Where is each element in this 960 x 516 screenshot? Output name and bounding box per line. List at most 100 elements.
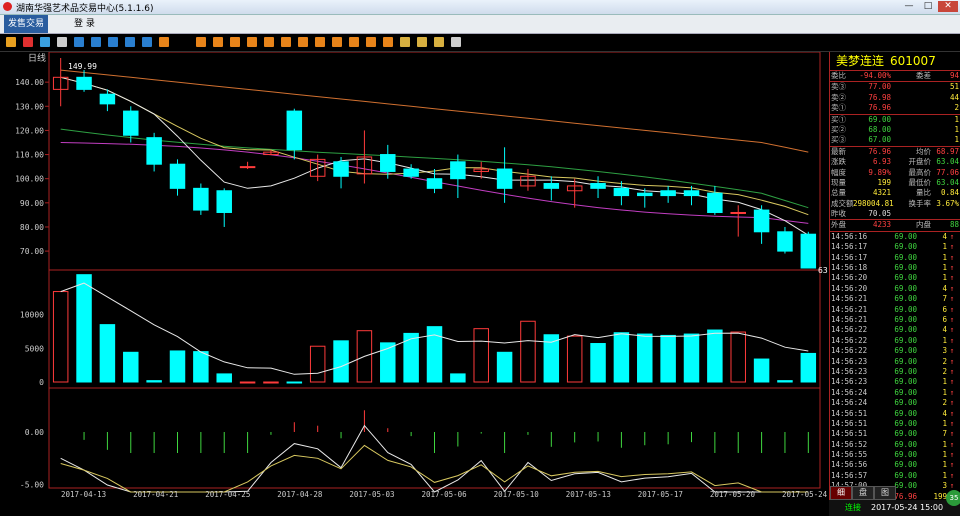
stat-value: 4233: [872, 220, 891, 230]
screen-icon[interactable]: [57, 37, 67, 47]
candle-body: [496, 168, 513, 189]
status-bar: 连接 2017-05-24 15:00: [829, 500, 960, 516]
tick-time: 14:56:23: [831, 356, 868, 366]
tick-dir: ↑: [949, 398, 955, 408]
box1-icon[interactable]: [108, 37, 118, 47]
toolbar: [0, 34, 960, 52]
ma-long-line: [60, 69, 809, 153]
candle-body: [239, 166, 256, 169]
stat-row: 成交额 298004.81 换手率 3.67%: [830, 199, 960, 209]
tick-price: 69.00: [894, 273, 917, 283]
box4-icon[interactable]: [159, 37, 169, 47]
stat-row: 最新 76.96 均价 68.97: [830, 145, 960, 157]
bar-chart-icon[interactable]: [6, 37, 16, 47]
line-chart-icon[interactable]: [23, 37, 33, 47]
price-tick: 130.00: [15, 102, 44, 111]
tick-dir: ↑: [949, 356, 955, 366]
candle-icon[interactable]: [40, 37, 50, 47]
settings-icon[interactable]: [451, 37, 461, 47]
candle-body: [730, 211, 746, 214]
tick-qty: 4: [942, 231, 947, 241]
tick-price: 69.00: [894, 263, 917, 273]
tick-price: 69.00: [894, 377, 917, 387]
o9-icon[interactable]: [332, 37, 342, 47]
candle-body: [683, 190, 700, 197]
o4-icon[interactable]: [247, 37, 257, 47]
o10-icon[interactable]: [349, 37, 359, 47]
tick-time: 14:56:56: [831, 460, 868, 470]
macd-tick: -5.00: [20, 481, 44, 490]
sell-qty: 51: [949, 82, 959, 92]
volume-bar: [216, 373, 232, 383]
tick-row: 14:56:51 69.00 1 ↑: [830, 419, 960, 429]
tab-login[interactable]: 登 录: [70, 15, 99, 33]
edit-icon[interactable]: [434, 37, 444, 47]
o11-icon[interactable]: [366, 37, 376, 47]
stat-value2: 88: [949, 220, 959, 230]
o3-icon[interactable]: [230, 37, 240, 47]
stat-label: 外盘: [831, 220, 846, 230]
notification-badge[interactable]: 35: [946, 490, 960, 506]
stat-row: 外盘 4233 内盘 88: [830, 219, 960, 230]
candle-body: [753, 209, 770, 233]
search2-icon[interactable]: [417, 37, 427, 47]
tick-qty: 1: [942, 377, 947, 387]
o2-icon[interactable]: [213, 37, 223, 47]
o7-icon[interactable]: [298, 37, 308, 47]
tick-time: 14:56:22: [831, 325, 868, 335]
sell-price: 76.98: [868, 92, 891, 102]
tab-book[interactable]: 盘: [852, 486, 874, 500]
sell-label: 卖②: [831, 92, 846, 102]
tick-time: 14:56:24: [831, 398, 868, 408]
tick-row: 14:56:52 69.00 1 ↑: [830, 440, 960, 450]
tick-time: 14:56:22: [831, 346, 868, 356]
candle-body: [146, 137, 162, 165]
box2-icon[interactable]: [125, 37, 135, 47]
tick-dir: ↑: [949, 263, 955, 273]
stat-value: 4321: [872, 188, 891, 198]
list-icon[interactable]: [91, 37, 101, 47]
connection-status: 连接: [845, 503, 861, 512]
date-tick: 2017-05-13: [566, 490, 611, 499]
volume-tick: 5000: [25, 344, 44, 353]
volume-bar: [76, 274, 92, 383]
minimize-button[interactable]: —: [900, 1, 918, 12]
panel-tabs: 细 盘 图: [830, 486, 960, 500]
box3-icon[interactable]: [142, 37, 152, 47]
tick-price: 69.00: [894, 325, 917, 335]
volume-bar: [520, 320, 536, 383]
maximize-button[interactable]: □: [919, 1, 937, 12]
stat-value: 298004.81: [853, 198, 894, 208]
tick-qty: 2: [942, 398, 947, 408]
close-button[interactable]: ✕: [938, 1, 958, 12]
o5-icon[interactable]: [264, 37, 274, 47]
o1-icon[interactable]: [196, 37, 206, 47]
buy-label: 买①: [831, 114, 846, 124]
tick-row: 14:56:56 69.00 1 ↑: [830, 460, 960, 470]
stat-value: 9.89%: [868, 167, 891, 177]
candle-body: [333, 161, 349, 177]
o12-icon[interactable]: [383, 37, 393, 47]
tick-dir: ↑: [949, 439, 955, 449]
kline-chart[interactable]: 日线 140.00 130.00 120.00 110.00 100.00 90.00 80.…: [0, 52, 829, 500]
tab-trading[interactable]: 发售交易: [4, 15, 49, 33]
tick-row: 14:56:51 69.00 4 ↑: [830, 409, 960, 419]
tick-dir: ↑: [949, 304, 955, 314]
tick-row: 14:56:23 69.00 2 ↑: [830, 367, 960, 377]
tick-time: 14:56:52: [831, 439, 868, 449]
search-icon[interactable]: [400, 37, 410, 47]
grid-icon[interactable]: [74, 37, 84, 47]
tick-time: 14:56:55: [831, 450, 868, 460]
tab-chart[interactable]: 图: [874, 486, 896, 500]
stat-value2: 68.97: [936, 146, 959, 156]
stat-label: 幅度: [831, 167, 846, 177]
o6-icon[interactable]: [281, 37, 291, 47]
tick-time: 14:56:18: [831, 263, 868, 273]
tick-dir: ↑: [949, 429, 955, 439]
o8-icon[interactable]: [315, 37, 325, 47]
stat-row: 总量 4321 量比 0.84: [830, 188, 960, 198]
tick-row: 14:56:18 69.00 1 ↑: [830, 263, 960, 273]
tick-qty: 2: [942, 356, 947, 366]
tab-detail[interactable]: 细: [830, 486, 852, 500]
quote-panel: 美梦连连 601007 委比 -94.00% 委差 94 卖③ 77.00 51 卖② 76.98…: [829, 52, 960, 516]
